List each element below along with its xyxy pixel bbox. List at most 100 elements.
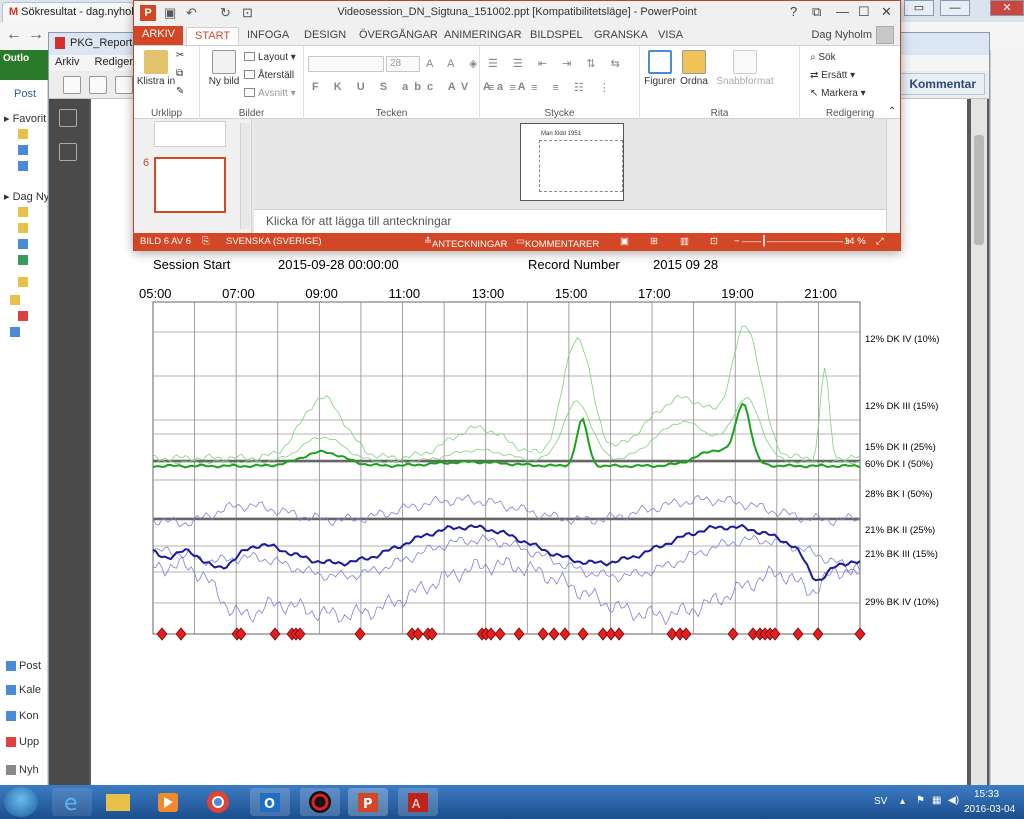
pages-icon[interactable] xyxy=(59,109,77,127)
media-player-icon[interactable] xyxy=(148,788,188,816)
attachment-icon[interactable] xyxy=(59,143,77,161)
font-family-select[interactable] xyxy=(308,56,384,72)
edit-icon[interactable] xyxy=(63,76,81,94)
tab-animations[interactable]: ANIMERINGAR xyxy=(444,27,522,45)
slideshow-icon[interactable]: ⊡ xyxy=(710,236,718,247)
browser-tab-gmail[interactable]: M Sökresultat - dag.nyholm xyxy=(2,2,134,22)
folder-icon[interactable] xyxy=(18,222,31,234)
status-language[interactable]: SVENSKA (SVERIGE) xyxy=(226,236,322,247)
file-explorer-icon[interactable] xyxy=(98,788,138,816)
ribbon-display-icon[interactable]: ⧉ xyxy=(812,4,821,20)
slide-thumbnail-selected[interactable] xyxy=(154,157,226,213)
ppt-user-name[interactable]: Dag Nyholm xyxy=(811,29,872,41)
tab-review[interactable]: GRANSKA xyxy=(594,27,648,45)
outlook-nav-news[interactable]: Nyh xyxy=(6,764,39,776)
comment-button[interactable]: Kommentar xyxy=(900,73,985,95)
folder-icon[interactable] xyxy=(18,238,31,250)
spellcheck-icon[interactable]: ⎘ xyxy=(202,236,210,247)
tab-slideshow[interactable]: BILDSPEL xyxy=(530,27,583,45)
start-button[interactable] xyxy=(4,787,38,817)
fit-slide-icon[interactable]: ⤢ xyxy=(876,236,884,247)
forward-arrow-icon[interactable]: → xyxy=(26,25,46,45)
tab-design[interactable]: DESIGN xyxy=(304,27,346,45)
browser-minimize-button[interactable]: — xyxy=(940,0,970,16)
reading-view-icon[interactable]: ▥ xyxy=(680,236,689,247)
collapse-ribbon-icon[interactable]: ⌃ xyxy=(888,106,896,117)
menu-file[interactable]: Arkiv xyxy=(49,55,85,69)
slide-content-placeholder[interactable] xyxy=(539,140,623,192)
volume-icon[interactable]: ◀) xyxy=(948,795,959,806)
select-button[interactable]: ↖ Markera ▾ xyxy=(810,88,866,99)
back-arrow-icon[interactable]: ← xyxy=(4,25,24,45)
font-size-adjust-icons[interactable]: A A ◈ xyxy=(426,57,483,70)
tab-file[interactable]: ARKIV xyxy=(134,26,184,45)
find-button[interactable]: ⌕ Sök xyxy=(810,52,836,63)
quick-styles-button[interactable]: Snabbformat xyxy=(712,50,778,87)
maximize-icon[interactable]: ☐ xyxy=(858,4,870,20)
tab-insert[interactable]: INFOGA xyxy=(247,27,289,45)
paste-button[interactable]: Klistra in xyxy=(136,50,176,87)
folder-icon[interactable] xyxy=(18,254,31,266)
save-icon[interactable] xyxy=(89,76,107,94)
outlook-account[interactable]: ▸ Dag Ny xyxy=(4,190,49,203)
arrange-button[interactable]: Ordna xyxy=(674,50,714,87)
slide-scrollbar[interactable] xyxy=(886,119,900,233)
folder-icon[interactable] xyxy=(10,326,23,338)
current-slide[interactable]: Man född 1951 xyxy=(520,123,624,201)
chrome-icon[interactable] xyxy=(198,788,238,816)
folder-icon[interactable] xyxy=(18,276,31,288)
normal-view-icon[interactable]: ▣ xyxy=(620,236,629,247)
list-icons[interactable]: ☰ ☰ ⇤ ⇥ ⇅ ⇆ xyxy=(488,57,626,70)
folder-icon[interactable] xyxy=(10,294,23,306)
language-indicator[interactable]: SV xyxy=(874,796,887,807)
help-icon[interactable]: ? xyxy=(790,4,797,19)
tab-start[interactable]: START xyxy=(186,27,240,45)
print-icon[interactable] xyxy=(115,76,133,94)
clock-time[interactable]: 15:33 xyxy=(974,789,999,800)
browser-grid-button[interactable]: ▭ xyxy=(904,0,934,16)
cut-icon[interactable]: ✂ xyxy=(176,50,184,61)
tab-transitions[interactable]: ÖVERGÅNGAR xyxy=(359,27,438,45)
thumbnail-scrollbar[interactable] xyxy=(240,123,250,229)
outlook-icon[interactable]: O xyxy=(250,788,290,816)
internet-explorer-icon[interactable]: e xyxy=(52,788,92,816)
outlook-post-link[interactable]: Post xyxy=(14,88,36,100)
outlook-favorites[interactable]: ▸ Favorit xyxy=(4,112,46,125)
clock-date[interactable]: 2016-03-04 xyxy=(964,804,1015,815)
scrollbar-thumb[interactable] xyxy=(974,135,984,245)
folder-icon[interactable] xyxy=(18,160,31,172)
copy-icon[interactable]: ⧉ xyxy=(176,68,183,79)
avatar[interactable] xyxy=(876,26,894,44)
outlook-nav-tasks[interactable]: Upp xyxy=(6,736,39,748)
section-button[interactable]: Avsnitt ▾ xyxy=(244,88,296,99)
status-zoom[interactable]: 14 % xyxy=(844,236,866,247)
close-icon[interactable]: ✕ xyxy=(881,4,892,20)
folder-icon[interactable] xyxy=(18,206,31,218)
tab-view[interactable]: VISA xyxy=(658,27,683,45)
status-comments-button[interactable]: ▭ KOMMENTARER xyxy=(516,236,599,250)
tray-up-arrow-icon[interactable]: ▴ xyxy=(900,796,905,807)
slide-sorter-icon[interactable]: ⊞ xyxy=(650,236,658,247)
replace-button[interactable]: ⇄ Ersätt ▾ xyxy=(810,70,855,81)
zoom-slider[interactable]: − ——┃———————— + xyxy=(734,236,851,247)
folder-icon[interactable] xyxy=(18,310,31,322)
acrobat-icon[interactable]: A xyxy=(398,788,438,816)
flag-icon[interactable]: ⚑ xyxy=(916,795,925,806)
font-size-select[interactable]: 28 xyxy=(386,56,420,72)
powerpoint-taskbar-icon[interactable]: P xyxy=(348,788,388,816)
new-slide-button[interactable]: Ny bild xyxy=(204,50,244,87)
folder-icon[interactable] xyxy=(18,144,31,156)
slide-thumbnail[interactable] xyxy=(154,121,226,147)
browser-close-button[interactable]: ✕ xyxy=(990,0,1024,16)
format-painter-icon[interactable]: ✎ xyxy=(176,86,184,97)
layout-button[interactable]: Layout ▾ xyxy=(244,52,296,63)
status-notes-button[interactable]: ≛ ANTECKNINGAR xyxy=(424,236,507,250)
alignment-icons[interactable]: ≡ ≡ ≡ ≡ ☷ ⋮ xyxy=(488,81,616,94)
minimize-icon[interactable]: — xyxy=(836,4,849,19)
outlook-nav-mail[interactable]: Post xyxy=(6,660,41,672)
notes-pane[interactable]: Klicka för att lägga till anteckningar xyxy=(254,209,886,233)
network-icon[interactable]: ▦ xyxy=(932,795,941,806)
pdf-scrollbar[interactable] xyxy=(971,99,987,787)
outlook-nav-calendar[interactable]: Kale xyxy=(6,684,41,696)
reset-button[interactable]: Återställ xyxy=(244,70,294,81)
